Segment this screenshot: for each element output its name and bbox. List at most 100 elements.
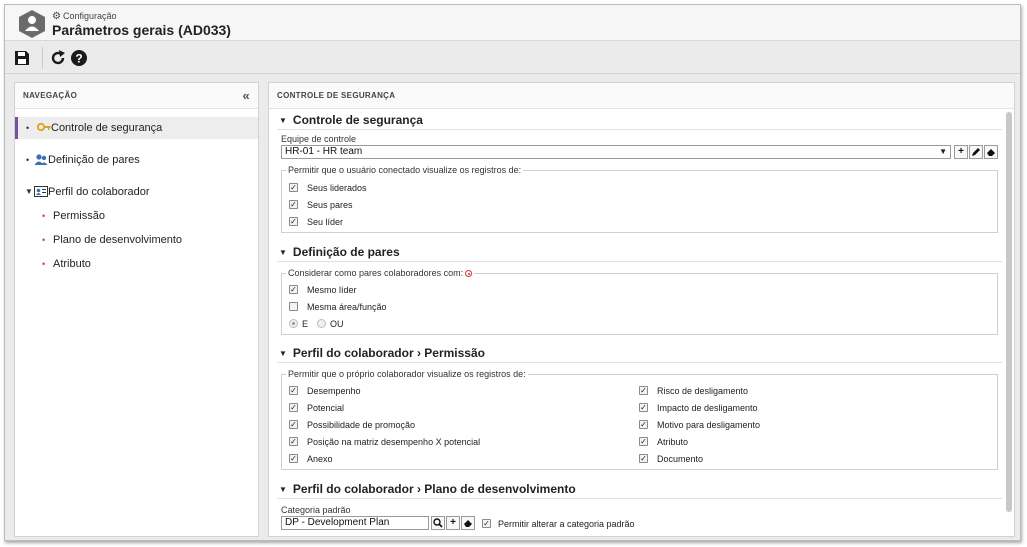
- checkbox-anexo[interactable]: ✓: [289, 454, 298, 463]
- main-panel-header: CONTROLE DE SEGURANÇA: [269, 83, 1014, 109]
- checkbox-desempenho[interactable]: ✓: [289, 386, 298, 395]
- collapse-arrow-icon: ▼: [279, 116, 287, 125]
- checkbox-label: Seus pares: [307, 200, 353, 210]
- nav-subitem-label: Plano de desenvolvimento: [53, 234, 183, 246]
- checkbox-label: Impacto de desligamento: [657, 403, 758, 413]
- checkbox-mesma-area-funcao[interactable]: [289, 302, 298, 311]
- checkbox-label: Permitir alterar a categoria padrão: [498, 519, 635, 529]
- section-header-controle-seguranca[interactable]: ▼ Controle de segurança: [279, 113, 423, 127]
- checkbox-potencial[interactable]: ✓: [289, 403, 298, 412]
- nav-item-definicao-pares[interactable]: • Definição de pares: [15, 149, 258, 171]
- checkbox-atributo[interactable]: ✓: [639, 437, 648, 446]
- nav-sub-bullet: •: [42, 259, 46, 269]
- checkbox-label: Seus liderados: [307, 183, 367, 193]
- nav-subitem-label: Permissão: [53, 210, 105, 222]
- main-panel-title: CONTROLE DE SEGURANÇA: [277, 91, 396, 100]
- permission-legend: Permitir que o próprio colaborador visua…: [286, 369, 528, 379]
- radio-label: E: [302, 319, 309, 329]
- checkbox-label: Potencial: [307, 403, 345, 413]
- nav-subitem-plano-desenvolvimento[interactable]: • Plano de desenvolvimento: [15, 229, 258, 251]
- nav-bullet: •: [26, 155, 30, 165]
- peers-fieldset: Considerar como pares colaboradores com:…: [281, 268, 998, 335]
- radio-label: OU: [330, 319, 344, 329]
- collapse-icon[interactable]: «: [242, 83, 250, 109]
- save-icon[interactable]: [13, 49, 31, 67]
- nav-subitem-permissao[interactable]: • Permissão: [15, 205, 258, 227]
- checkbox-allow-change-category[interactable]: ✓: [482, 519, 491, 528]
- checkbox-label: Atributo: [657, 437, 689, 447]
- checkbox-posicao-matriz[interactable]: ✓: [289, 437, 298, 446]
- section-title: Perfil do colaborador › Plano de desenvo…: [292, 482, 576, 496]
- collapse-arrow-icon: ▼: [279, 485, 287, 494]
- visibility-legend: Permitir que o usuário conectado visuali…: [286, 165, 524, 175]
- required-icon: [465, 270, 473, 277]
- refresh-icon[interactable]: [49, 49, 67, 67]
- eraser-icon: [987, 149, 995, 156]
- section-header-permissao[interactable]: ▼ Perfil do colaborador › Permissão: [279, 346, 485, 360]
- category-value: DP - Development Plan: [285, 517, 390, 528]
- checkbox-label: Mesma área/função: [307, 302, 387, 312]
- toolbar-separator: [42, 47, 43, 69]
- radio-ou[interactable]: [317, 319, 326, 328]
- profile-card-icon: [34, 186, 48, 197]
- section-title: Perfil do colaborador › Permissão: [292, 346, 485, 360]
- section-title: Definição de pares: [292, 245, 400, 259]
- nav-item-perfil-colaborador[interactable]: ▼ Perfil do colaborador: [15, 181, 258, 203]
- add-team-button[interactable]: +: [954, 145, 968, 159]
- checkbox-label: Desempenho: [307, 386, 361, 396]
- category-field[interactable]: DP - Development Plan: [281, 516, 429, 530]
- permission-fieldset: Permitir que o próprio colaborador visua…: [281, 369, 998, 470]
- page-title: Parâmetros gerais (AD033): [52, 22, 231, 38]
- checkbox-label: Possibilidade de promoção: [307, 420, 416, 430]
- main-panel: CONTROLE DE SEGURANÇA ▼ Controle de segur…: [268, 82, 1015, 537]
- section-title: Controle de segurança: [292, 113, 423, 127]
- toolbar: ?: [5, 42, 1020, 74]
- breadcrumb-label: Configuração: [62, 11, 117, 21]
- team-label: Equipe de controle: [281, 134, 357, 144]
- nav-subitem-atributo[interactable]: • Atributo: [15, 253, 258, 275]
- nav-sub-bullet: •: [42, 235, 46, 245]
- clear-team-button[interactable]: [984, 145, 998, 159]
- checkbox-documento[interactable]: ✓: [639, 454, 648, 463]
- section-header-definicao-pares[interactable]: ▼ Definição de pares: [279, 245, 400, 259]
- vertical-scrollbar[interactable]: [1006, 112, 1012, 512]
- section-header-plano-desenvolvimento[interactable]: ▼ Perfil do colaborador › Plano de desenv…: [279, 482, 576, 496]
- navigation-header: NAVEGAÇÃO «: [15, 83, 258, 109]
- plus-icon: +: [450, 517, 456, 528]
- team-select[interactable]: HR-01 - HR team ▼: [281, 145, 951, 159]
- nav-bullet: •: [26, 123, 30, 133]
- checkbox-seu-lider[interactable]: ✓: [289, 217, 298, 226]
- visibility-fieldset: Permitir que o usuário conectado visuali…: [281, 165, 998, 233]
- section-divider: [277, 261, 1002, 262]
- collapse-arrow-icon: ▼: [279, 248, 287, 257]
- radio-e[interactable]: [289, 319, 298, 328]
- add-category-button[interactable]: +: [446, 516, 460, 530]
- gear-icon: ⚙: [52, 11, 61, 22]
- clear-category-button[interactable]: [461, 516, 475, 530]
- checkbox-label: Motivo para desligamento: [657, 420, 761, 430]
- nav-item-controle-seguranca[interactable]: • Controle de segurança: [15, 117, 258, 139]
- search-icon: [433, 518, 443, 528]
- checkbox-seus-liderados[interactable]: ✓: [289, 183, 298, 192]
- checkbox-possibilidade-promocao[interactable]: ✓: [289, 420, 298, 429]
- chevron-down-icon: ▼: [939, 147, 947, 156]
- checkbox-risco-desligamento[interactable]: ✓: [639, 386, 648, 395]
- section-divider: [277, 362, 1002, 363]
- nav-item-label: Controle de segurança: [51, 122, 163, 134]
- checkbox-mesmo-lider[interactable]: ✓: [289, 285, 298, 294]
- breadcrumb: ⚙ Configuração: [52, 11, 117, 22]
- checkbox-label: Documento: [657, 454, 704, 464]
- title-bar: ⚙ Configuração Parâmetros gerais (AD033): [5, 5, 1020, 41]
- checkbox-motivo-desligamento[interactable]: ✓: [639, 420, 648, 429]
- checkbox-seus-pares[interactable]: ✓: [289, 200, 298, 209]
- expand-arrow-icon[interactable]: ▼: [25, 181, 33, 203]
- app-logo-icon: [19, 10, 45, 38]
- search-category-button[interactable]: [431, 516, 445, 530]
- checkbox-impacto-desligamento[interactable]: ✓: [639, 403, 648, 412]
- section-divider: [277, 129, 1002, 130]
- eraser-icon: [464, 520, 472, 527]
- checkbox-label: Seu líder: [307, 217, 344, 227]
- plus-icon: +: [958, 146, 964, 157]
- help-icon[interactable]: ?: [70, 49, 88, 67]
- edit-team-button[interactable]: [969, 145, 983, 159]
